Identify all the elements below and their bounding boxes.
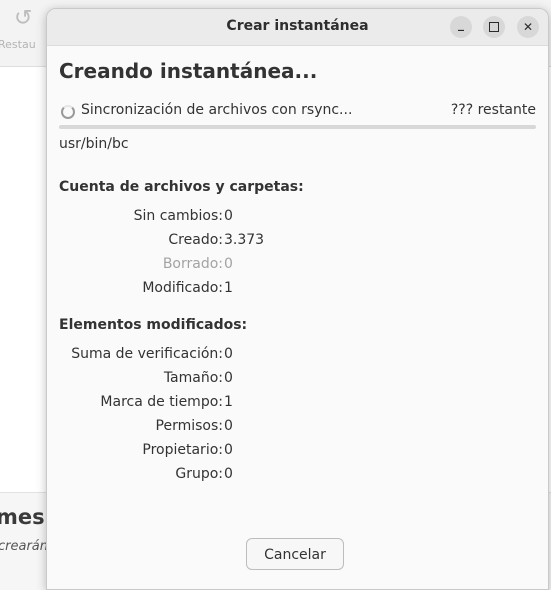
stat-label: Suma de verificación: — [71, 346, 223, 362]
stat-label: Permisos: — [155, 418, 223, 434]
progress-status-row: Sincronización de archivos con rsync... … — [59, 101, 536, 121]
stat-row-created: Creado: 3.373 — [59, 232, 359, 252]
stat-row-timestamp: Marca de tiempo: 1 — [59, 394, 359, 414]
stat-value: 0 — [224, 208, 233, 224]
stat-row-owner: Propietario: 0 — [59, 442, 359, 462]
stat-row-checksum: Suma de verificación: 0 — [59, 346, 359, 366]
minimize-button[interactable]: _ — [450, 16, 472, 38]
stat-row-permissions: Permisos: 0 — [59, 418, 359, 438]
stat-value: 3.373 — [224, 232, 265, 248]
minimize-icon: _ — [458, 17, 464, 31]
background-restore-button[interactable]: ↺ Restau — [0, 4, 50, 54]
stat-value: 0 — [224, 418, 233, 434]
stat-label: Grupo: — [175, 466, 223, 482]
maximize-icon — [489, 22, 499, 32]
file-counts-title: Cuenta de archivos y carpetas: — [59, 179, 304, 195]
stat-label: Creado: — [168, 232, 223, 248]
background-bottom-subtitle: crearán — [0, 539, 49, 554]
progress-bar — [59, 125, 536, 129]
stat-label: Propietario: — [142, 442, 223, 458]
dialog-title: Crear instantánea — [226, 18, 369, 34]
dialog-heading: Creando instantánea... — [59, 59, 318, 83]
restore-icon: ↺ — [14, 6, 33, 31]
progress-status-text: Sincronización de archivos con rsync... — [81, 102, 353, 118]
modified-items-title: Elementos modificados: — [59, 317, 248, 333]
progress-remaining-text: ??? restante — [450, 102, 536, 118]
dialog-titlebar[interactable]: Crear instantánea _ ✕ — [47, 9, 548, 46]
create-snapshot-dialog: Crear instantánea _ ✕ Creando instantáne… — [46, 8, 549, 590]
stat-value: 1 — [224, 280, 233, 296]
cancel-button[interactable]: Cancelar — [246, 538, 344, 570]
stat-row-size: Tamaño: 0 — [59, 370, 359, 390]
stat-value: 0 — [224, 370, 233, 386]
spinner-icon — [61, 105, 75, 119]
stat-label: Tamaño: — [163, 370, 223, 386]
stat-value: 0 — [224, 346, 233, 362]
close-button[interactable]: ✕ — [517, 16, 539, 38]
stat-row-modified: Modificado: 1 — [59, 280, 359, 300]
close-icon: ✕ — [522, 20, 534, 34]
stat-row-unchanged: Sin cambios: 0 — [59, 208, 359, 228]
current-file-path: usr/bin/bc — [59, 136, 129, 152]
stat-value: 1 — [224, 394, 233, 410]
stat-label: Borrado: — [162, 256, 223, 272]
stat-label: Marca de tiempo: — [100, 394, 223, 410]
stat-label: Sin cambios: — [133, 208, 223, 224]
stat-row-group: Grupo: 0 — [59, 466, 359, 486]
stat-row-deleted: Borrado: 0 — [59, 256, 359, 276]
background-restore-label: Restau — [0, 38, 36, 51]
stat-value: 0 — [224, 442, 233, 458]
stat-value: 0 — [224, 256, 233, 272]
stat-label: Modificado: — [142, 280, 223, 296]
maximize-button[interactable] — [483, 16, 505, 38]
stat-value: 0 — [224, 466, 233, 482]
